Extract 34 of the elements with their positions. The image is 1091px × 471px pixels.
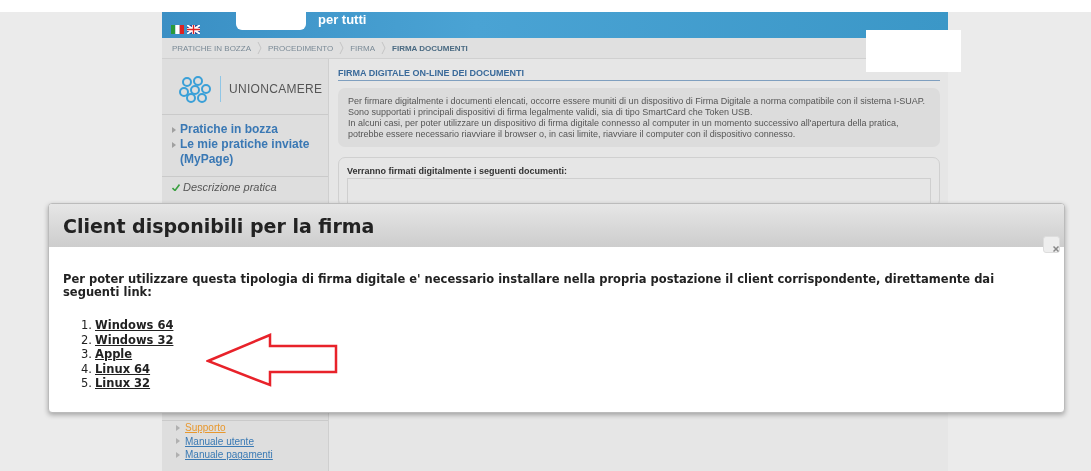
list-number: 1.	[81, 318, 91, 333]
download-link[interactable]: Windows 64	[95, 318, 174, 333]
knot-logo-icon	[178, 75, 212, 103]
info-text: Sono supportati i principali dispositivi di firma legalmente validi, sia di tipo SmartCard che Token USB.	[348, 107, 754, 118]
close-button[interactable]	[1043, 236, 1060, 253]
triangle-icon	[172, 127, 176, 133]
triangle-icon	[172, 142, 176, 148]
list-number: 4.	[81, 361, 91, 376]
support-link[interactable]: Manuale utente	[185, 435, 254, 447]
sidebar-link[interactable]: Pratiche in bozza	[180, 122, 279, 137]
download-link[interactable]: Linux 64	[95, 361, 151, 376]
breadcrumb-item[interactable]: FIRMA	[350, 43, 376, 53]
sidebar-link[interactable]: Le mie pratiche inviate (MyPage)	[180, 137, 328, 167]
list-number: 5.	[81, 376, 91, 391]
arrow-annotation-icon	[206, 333, 340, 389]
close-icon	[1053, 246, 1059, 252]
dialog-title: Client disponibili per la firma	[63, 214, 375, 237]
brand-name: UNIONCAMERE	[229, 82, 323, 96]
documents-label: Verranno firmati digitalmente i seguenti documenti:	[347, 166, 569, 176]
step-item[interactable]: Descrizione pratica	[183, 181, 277, 193]
download-link[interactable]: Linux 32	[95, 376, 151, 391]
uk-flag-icon[interactable]	[187, 25, 200, 34]
breadcrumb-item[interactable]: FIRMA DOCUMENTI	[392, 43, 468, 53]
breadcrumb-item[interactable]: PRATICHE IN BOZZA	[172, 43, 251, 53]
italian-flag-icon[interactable]	[171, 25, 184, 34]
breadcrumb-item[interactable]: PROCEDIMENTO	[267, 43, 334, 53]
support-link[interactable]: Manuale pagamenti	[185, 449, 273, 461]
logo-tile	[236, 12, 306, 30]
download-link[interactable]: Apple	[95, 347, 133, 362]
list-number: 3.	[81, 347, 91, 362]
download-link[interactable]: Windows 32	[95, 332, 174, 347]
list-number: 2.	[81, 332, 91, 347]
dialog-message: Per poter utilizzare questa tipologia di firma digitale e' necessario installare nella propria postazione il client corrispondente, direttamente dai seguenti link:	[63, 273, 996, 299]
tagline: per tutti	[318, 12, 367, 27]
